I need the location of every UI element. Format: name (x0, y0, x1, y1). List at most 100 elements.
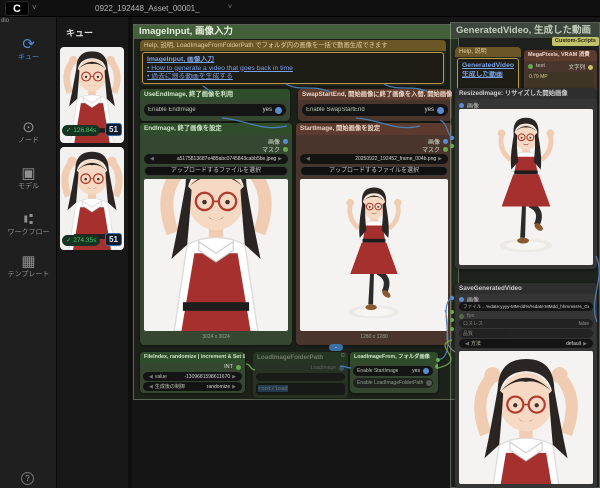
node-help-note[interactable]: Help, 説明, LoadImageFromFolderPath でフォルダ内… (140, 40, 446, 86)
next-arrow-icon[interactable]: ▶ (276, 156, 284, 162)
image-dimensions-caption: 1280 x 1280 (296, 334, 452, 340)
node-use-end-image[interactable]: UseEndImage, 終了画像を利用 Enable EndImage yes (140, 89, 290, 121)
toggle-knob[interactable] (437, 107, 444, 114)
note-body: ImageInput, 画像入力 • How to generate a vid… (142, 52, 444, 84)
output-slot-string[interactable]: 文字列 (568, 63, 593, 71)
workflow-tab-caret-icon[interactable]: ˅ (228, 4, 232, 11)
value-widget[interactable]: ◀ value -1309681598611670 ▶ (143, 372, 242, 381)
boolean-toggle[interactable]: Enable StartImage yes (353, 366, 433, 376)
templates-icon: ▦ (0, 254, 57, 270)
filename-prefix-widget[interactable]: ファイル… %date:yyyy-MM-dd%/%date:MMdd_hhmms… (459, 302, 593, 311)
output-dot-icon[interactable] (443, 139, 448, 144)
prev-arrow-icon[interactable]: ◀ (147, 384, 155, 390)
image-file-combo[interactable]: ◀ a5175813687e485abc0745843cabb5be.jpeg … (144, 154, 288, 164)
method-widget[interactable]: ◀ 方法 default ▶ (459, 339, 593, 348)
sidebar-item-templates[interactable]: ▦ テンプレート (0, 254, 57, 279)
output-dot-icon[interactable] (283, 139, 288, 144)
top-bar: C ˅ 0922_192448_Asset_00001_ ˅ (0, 0, 600, 17)
sidebar-item-queue[interactable]: ⟳ キュー (0, 37, 57, 62)
help-icon[interactable]: ? (21, 472, 34, 485)
node-header[interactable]: ResizedImage: リサイズした開始画像 (455, 88, 597, 99)
note-link[interactable]: ImageInput, 画像入力 (147, 56, 439, 65)
node-end-image[interactable]: EndImage, 終了画像を設定 画像 マスク ◀ a5175813687e4… (140, 123, 292, 345)
prev-arrow-icon[interactable]: ◀ (463, 341, 471, 347)
node-save-generated-video[interactable]: SaveGeneratedVideo 画像 ファイル… %date:yyyy-M… (455, 283, 597, 488)
batch-count-badge: 51 (105, 123, 122, 136)
upload-file-button[interactable]: アップロードするファイルを選択 (144, 166, 288, 176)
node-swap-start-end[interactable]: SwapStartEnd, 開始画像に終了画像を入替, 開始画像のみ可 Enab… (298, 89, 452, 121)
output-dot-icon[interactable] (588, 65, 593, 70)
next-arrow-icon[interactable]: ▶ (230, 384, 238, 390)
node-header[interactable]: SwapStartEnd, 開始画像に終了画像を入替, 開始画像のみ可 (298, 89, 452, 100)
node-resized-image[interactable]: ResizedImage: リサイズした開始画像 画像 (455, 88, 597, 269)
node-header[interactable]: LoadImageFolderPath (253, 352, 348, 363)
next-arrow-icon[interactable]: ▶ (436, 156, 444, 162)
output-dot-icon[interactable] (435, 364, 438, 369)
panel-resizer-handle[interactable] (128, 17, 132, 488)
node-file-index[interactable]: FileIndex, randomize | increment & Set 0… (140, 352, 245, 393)
check-icon: ✓ (66, 127, 71, 134)
input-dot-icon[interactable] (459, 314, 464, 319)
output-dot-icon[interactable] (443, 147, 448, 152)
queue-panel: キュー ✓ 126.84s 51 ✓ 274.35s 51 (57, 17, 128, 488)
toggle-knob[interactable] (275, 107, 282, 114)
output-dot-icon[interactable] (339, 366, 344, 371)
start-image-preview[interactable] (300, 179, 448, 331)
end-image-preview[interactable] (144, 179, 288, 331)
resized-image-preview[interactable] (459, 109, 593, 265)
input-dot-icon[interactable] (528, 64, 533, 69)
quality-widget[interactable]: 品質 (459, 329, 593, 338)
node-header[interactable]: FileIndex, randomize | increment & Set 0 (140, 352, 245, 363)
output-slot-int[interactable]: INT (224, 364, 241, 370)
upload-file-button[interactable]: アップロードするファイルを選択 (300, 166, 448, 176)
next-arrow-icon[interactable]: ▶ (230, 374, 238, 380)
lossless-widget[interactable]: ロスレス false (459, 319, 593, 328)
output-dot-icon[interactable] (236, 365, 241, 370)
logo-menu-caret-icon[interactable]: ˅ (32, 3, 37, 12)
boolean-toggle[interactable]: Enable EndImage yes (144, 104, 286, 116)
output-slot-mask[interactable]: マスク (422, 145, 448, 154)
sidebar-item-workflows[interactable]: ⑆ ワークフロー (0, 212, 57, 237)
generated-video-preview[interactable] (459, 351, 593, 484)
toggle-knob[interactable] (426, 380, 432, 386)
node-header[interactable]: UseEndImage, 終了画像を利用 (140, 89, 290, 100)
note-link[interactable]: 生成した動画 (462, 71, 514, 80)
output-dot-icon[interactable] (459, 103, 464, 108)
sidebar-item-nodes[interactable]: ⊙ ノード (0, 120, 57, 145)
input-slot-text[interactable]: text (528, 63, 545, 69)
node-header[interactable]: StartImage, 開始画像を設定 (296, 123, 452, 135)
next-arrow-icon[interactable]: ▶ (581, 341, 589, 347)
output-slot-loadimage[interactable]: LoadImage (311, 365, 344, 371)
note-link[interactable]: • 過去に遡る動画を生成する (147, 73, 439, 82)
control-after-generate-widget[interactable]: ◀ 生成後の制御 randomize ▶ (143, 382, 242, 391)
folder-path-field[interactable] (256, 373, 345, 381)
node-start-image[interactable]: StartImage, 開始画像を設定 画像 マスク ◀ 20250922_19… (296, 123, 452, 345)
path-textarea[interactable]: root/load (256, 383, 345, 395)
group-title[interactable]: GeneratedVideo, 生成した動画 (451, 23, 599, 38)
output-slot-mask[interactable]: マスク (262, 145, 288, 154)
app-logo[interactable]: C (5, 1, 29, 16)
output-dot-icon[interactable] (283, 147, 288, 152)
prev-arrow-icon[interactable]: ◀ (147, 374, 155, 380)
group-title[interactable]: ImageInput, 画像入力 (134, 25, 458, 39)
toggle-knob[interactable] (423, 368, 429, 374)
node-header[interactable]: Help, 説明 (455, 47, 521, 57)
note-link[interactable]: • How to generate a video that goes back… (147, 65, 439, 74)
prev-arrow-icon[interactable]: ◀ (148, 156, 156, 162)
node-header[interactable]: LoadImageFrom, フォルダ画像 (350, 352, 438, 363)
workflow-tab-title[interactable]: 0922_192448_Asset_00001_ (95, 4, 200, 13)
sidebar-item-models[interactable]: ▣ モデル (0, 166, 57, 191)
node-header[interactable]: Help, 説明, LoadImageFromFolderPath でフォルダ内… (140, 40, 446, 51)
node-load-image-from[interactable]: LoadImageFrom, フォルダ画像 Enable StartImage … (350, 352, 438, 393)
node-header[interactable]: SaveGeneratedVideo (455, 283, 597, 294)
note-link[interactable]: GeneratedVideo, (462, 62, 514, 71)
boolean-toggle[interactable]: Enable SwapStartEnd yes (302, 104, 448, 116)
open-external-icon[interactable]: ⧉ (341, 353, 345, 360)
prev-arrow-icon[interactable]: ◀ (304, 156, 312, 162)
node-header[interactable]: EndImage, 終了画像を設定 (140, 123, 292, 135)
image-file-combo[interactable]: ◀ 20250922_192452_frame_004b.png ▶ (300, 154, 448, 164)
node-header[interactable]: MegaPixels, VRAM 消費 (524, 50, 597, 61)
node-load-image-folder-path[interactable]: LoadImageFolderPath ⧉ LoadImage root/loa… (253, 352, 348, 398)
boolean-toggle[interactable]: Enable LoadImageFolderPath no (353, 378, 433, 388)
wire-midpoint-button[interactable]: ⌄ (329, 344, 343, 351)
